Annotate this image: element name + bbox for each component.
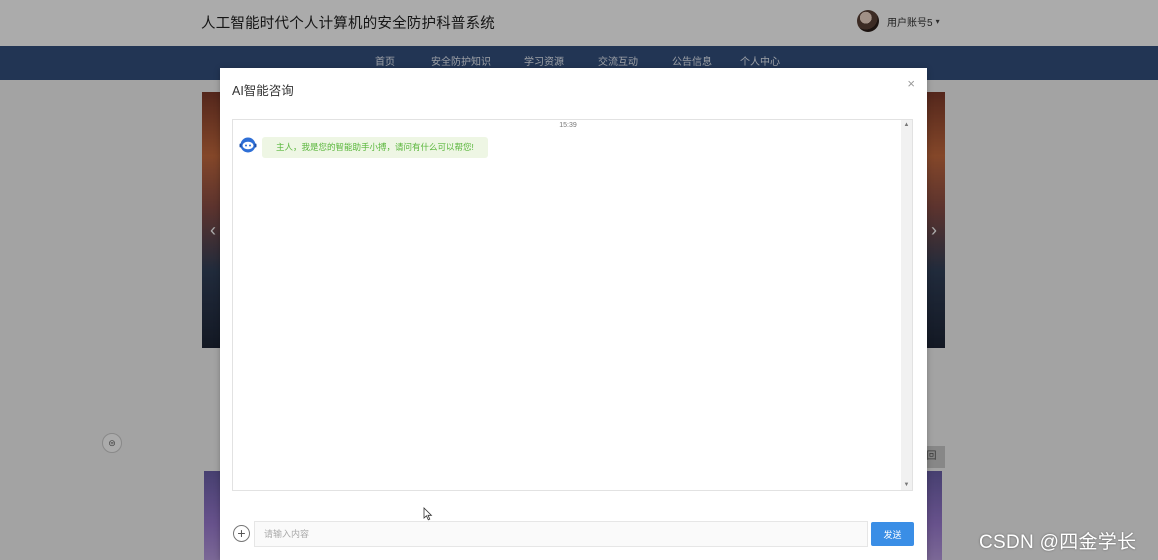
send-button[interactable]: 发送: [871, 522, 914, 546]
scroll-down-icon[interactable]: ▼: [901, 480, 912, 490]
message-input[interactable]: [254, 521, 868, 547]
ai-consult-dialog: AI智能咨询 × 15:39 主人，我是您的智能助手小搏，请问有什么可以帮您! …: [220, 68, 927, 560]
chat-history[interactable]: 15:39 主人，我是您的智能助手小搏，请问有什么可以帮您! ▲ ▼: [232, 119, 913, 491]
add-attachment-icon[interactable]: +: [233, 525, 250, 542]
dialog-title: AI智能咨询: [232, 84, 294, 98]
page: 人工智能时代个人计算机的安全防护科普系统 用户账号5 ▾ 首页 安全防护知识 学…: [0, 0, 1158, 560]
bot-avatar-icon: [239, 137, 257, 153]
watermark: CSDN @四金学长: [979, 532, 1137, 553]
bot-message: 主人，我是您的智能助手小搏，请问有什么可以帮您!: [262, 137, 488, 158]
scroll-up-icon[interactable]: ▲: [901, 120, 912, 130]
close-icon[interactable]: ×: [907, 76, 915, 91]
mouse-cursor-icon: [423, 507, 433, 521]
chat-scrollbar[interactable]: ▲ ▼: [901, 120, 912, 490]
message-timestamp: 15:39: [559, 122, 577, 129]
composer: + 发送: [232, 521, 915, 547]
